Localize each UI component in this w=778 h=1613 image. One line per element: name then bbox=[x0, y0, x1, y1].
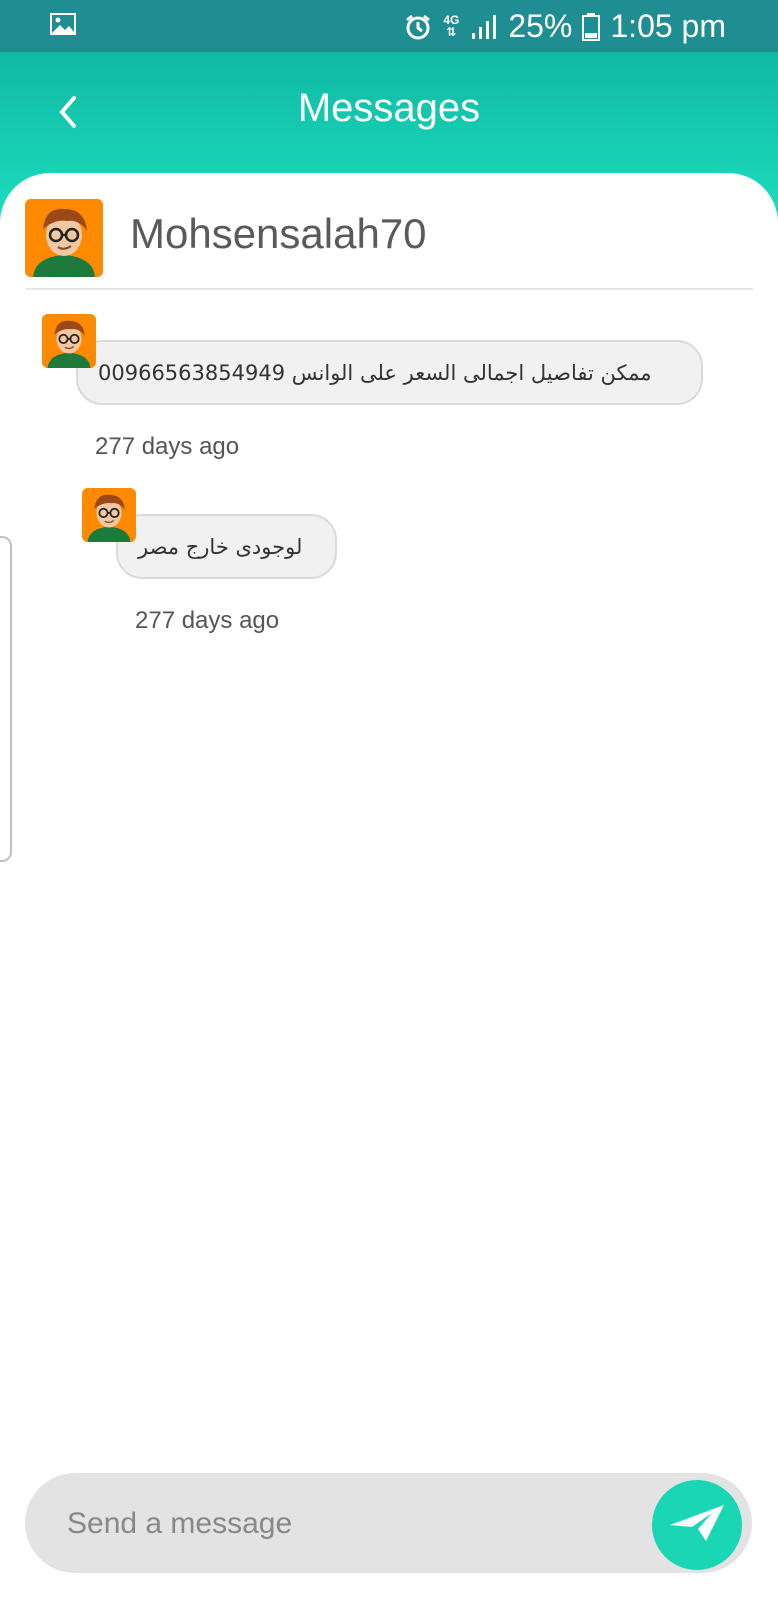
send-button[interactable] bbox=[652, 1480, 742, 1570]
avatar[interactable] bbox=[25, 199, 103, 277]
avatar[interactable] bbox=[42, 314, 96, 368]
divider bbox=[25, 288, 753, 290]
side-drawer-handle[interactable] bbox=[0, 536, 12, 862]
clock: 1:05 pm bbox=[610, 7, 726, 44]
status-bar: 4G ⇅ 25% 1:05 pm bbox=[0, 0, 778, 52]
data-4g-icon: 4G ⇅ bbox=[443, 13, 460, 39]
message-bubble[interactable]: ممكن تفاصيل اجمالى السعر على الوانس 0096… bbox=[76, 340, 703, 405]
message-timestamp: 277 days ago bbox=[95, 433, 240, 460]
avatar[interactable] bbox=[82, 488, 136, 542]
page-title: Messages bbox=[297, 86, 481, 130]
battery-percent: 25% bbox=[508, 7, 573, 44]
message-text: ممكن تفاصيل اجمالى السعر على الوانس 0096… bbox=[98, 360, 652, 385]
message-composer bbox=[25, 1473, 752, 1573]
contact-name: Mohsensalah70 bbox=[130, 210, 427, 257]
message-bubble[interactable]: لوجودى خارج مصر bbox=[116, 514, 337, 579]
battery-icon bbox=[582, 12, 601, 41]
message-timestamp: 277 days ago bbox=[135, 607, 280, 634]
message-input[interactable] bbox=[65, 1497, 629, 1551]
message-text: لوجودى خارج مصر bbox=[138, 534, 303, 559]
signal-icon bbox=[470, 12, 498, 40]
paper-plane-icon bbox=[668, 1503, 726, 1548]
gallery-icon bbox=[50, 13, 76, 35]
alarm-icon bbox=[404, 12, 432, 40]
